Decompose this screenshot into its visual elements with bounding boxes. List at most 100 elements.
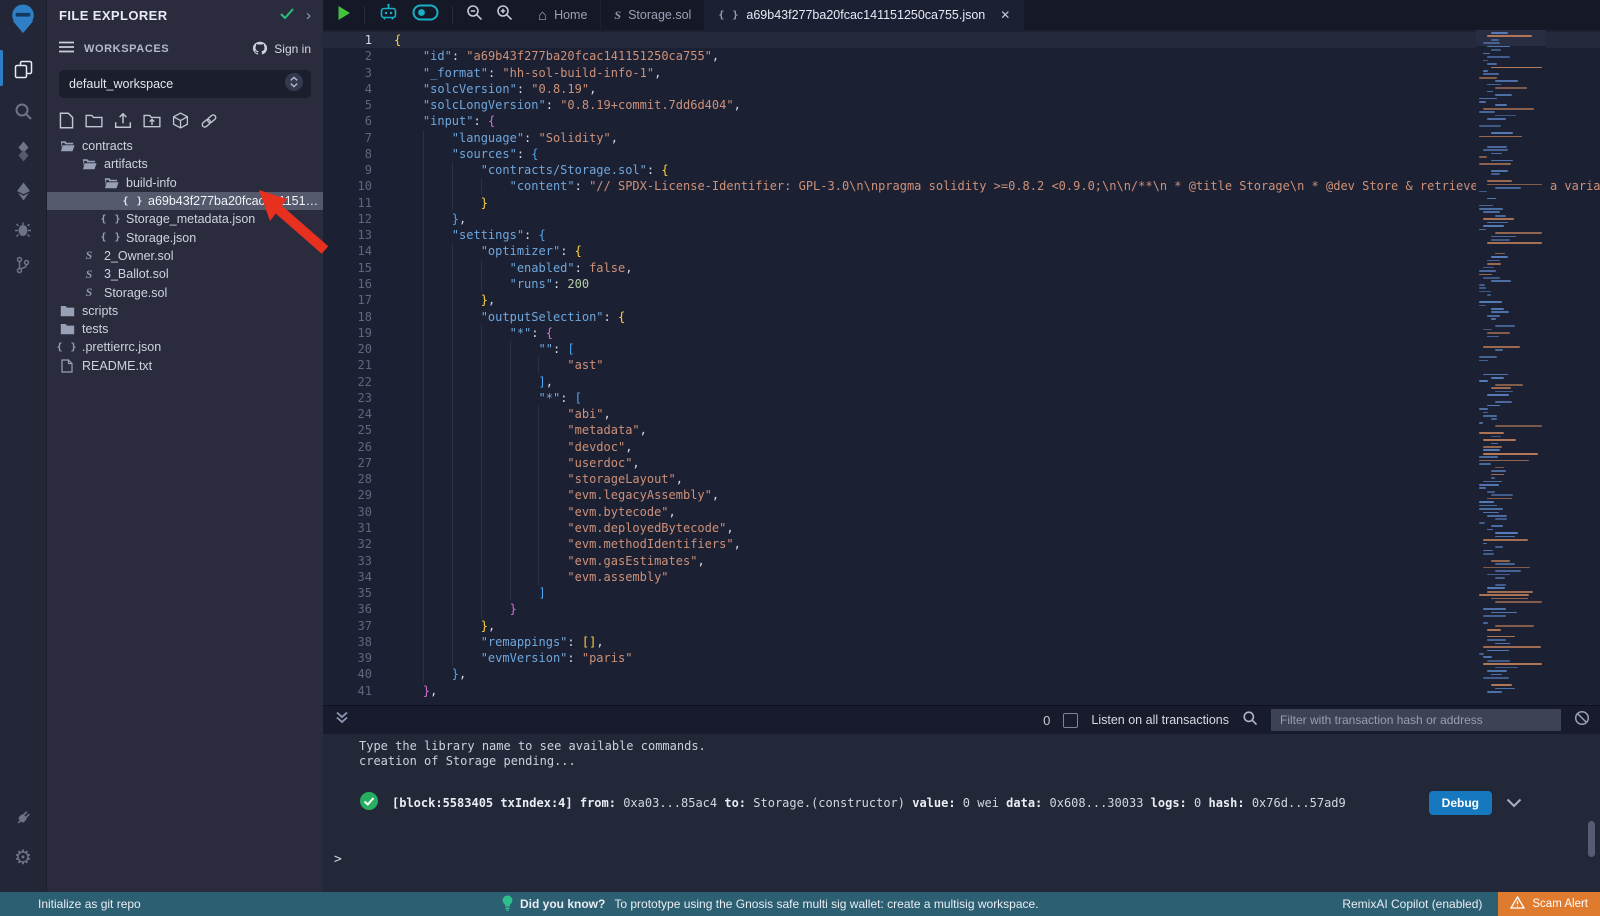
file-tree-item[interactable]: { }a69b43f277ba20fcac141151250ca755.json — [47, 192, 323, 210]
file-tree-item[interactable]: S3_Ballot.sol — [47, 265, 323, 283]
collapse-chevrons-icon[interactable] — [335, 711, 349, 729]
tab-build-info-json[interactable]: { } a69b43f277ba20fcac141151250ca755.jso… — [705, 0, 1024, 30]
file-tree-item[interactable]: { }Storage_metadata.json — [47, 210, 323, 228]
zoom-in-icon[interactable] — [496, 4, 513, 26]
line-number[interactable]: 8 — [323, 146, 386, 162]
line-number[interactable]: 4 — [323, 81, 386, 97]
line-number[interactable]: 18 — [323, 309, 386, 325]
code-line[interactable]: "evm.bytecode", — [386, 504, 1600, 520]
file-tree-item[interactable]: README.txt — [47, 357, 323, 375]
file-tree-item[interactable]: build-info — [47, 174, 323, 192]
code-line[interactable]: "": [ — [386, 341, 1600, 357]
line-number[interactable]: 5 — [323, 97, 386, 113]
tab-home[interactable]: ⌂ Home — [525, 0, 601, 30]
code-line[interactable]: "storageLayout", — [386, 471, 1600, 487]
line-number[interactable]: 41 — [323, 683, 386, 699]
debug-button[interactable]: Debug — [1429, 791, 1492, 815]
code-line[interactable]: }, — [386, 618, 1600, 634]
code-line[interactable]: }, — [386, 292, 1600, 308]
file-tree-item[interactable]: contracts — [47, 137, 323, 155]
close-tab-icon[interactable]: ✕ — [1000, 8, 1010, 22]
code-line[interactable]: "solcVersion": "0.8.19", — [386, 81, 1600, 97]
line-number[interactable]: 38 — [323, 634, 386, 650]
line-number[interactable]: 19 — [323, 325, 386, 341]
debugger-icon[interactable] — [8, 214, 38, 244]
line-number[interactable]: 26 — [323, 439, 386, 455]
line-number[interactable]: 10 — [323, 178, 386, 194]
code-line[interactable]: "evm.assembly" — [386, 569, 1600, 585]
code-line[interactable]: "content": "// SPDX-License-Identifier: … — [386, 178, 1600, 194]
line-number[interactable]: 22 — [323, 374, 386, 390]
line-number[interactable]: 36 — [323, 601, 386, 617]
line-number[interactable]: 12 — [323, 211, 386, 227]
line-number[interactable]: 17 — [323, 292, 386, 308]
code-line[interactable]: "optimizer": { — [386, 243, 1600, 259]
new-file-icon[interactable] — [59, 112, 74, 129]
code-line[interactable]: "solcLongVersion": "0.8.19+commit.7dd6d4… — [386, 97, 1600, 113]
chevron-right-icon[interactable]: › — [306, 8, 311, 23]
minimap[interactable] — [1476, 30, 1546, 705]
line-number-gutter[interactable]: 1234567891011121314151617181920212223242… — [323, 30, 386, 705]
link-icon[interactable] — [200, 113, 218, 129]
line-number[interactable]: 1 — [323, 32, 386, 48]
code-line[interactable]: "id": "a69b43f277ba20fcac141151250ca755"… — [386, 48, 1600, 64]
code-line[interactable]: }, — [386, 683, 1600, 699]
file-explorer-icon[interactable] — [8, 54, 38, 84]
code-line[interactable]: "evm.legacyAssembly", — [386, 487, 1600, 503]
deploy-run-icon[interactable] — [8, 176, 38, 206]
code-line[interactable]: "abi", — [386, 406, 1600, 422]
copilot-toggle[interactable] — [412, 4, 439, 26]
line-number[interactable]: 15 — [323, 260, 386, 276]
code-line[interactable]: "contracts/Storage.sol": { — [386, 162, 1600, 178]
line-number[interactable]: 20 — [323, 341, 386, 357]
line-number[interactable]: 9 — [323, 162, 386, 178]
line-number[interactable]: 23 — [323, 390, 386, 406]
code-line[interactable]: "_format": "hh-sol-build-info-1", — [386, 65, 1600, 81]
code-line[interactable]: "enabled": false, — [386, 260, 1600, 276]
code-editor[interactable]: 1234567891011121314151617181920212223242… — [323, 30, 1600, 705]
code-line[interactable]: "remappings": [], — [386, 634, 1600, 650]
code-line[interactable]: "evm.gasEstimates", — [386, 553, 1600, 569]
line-number[interactable]: 37 — [323, 618, 386, 634]
settings-gear-icon[interactable]: ⚙ — [8, 843, 38, 873]
file-tree-item[interactable]: SStorage.sol — [47, 283, 323, 301]
line-number[interactable]: 11 — [323, 195, 386, 211]
line-number[interactable]: 33 — [323, 553, 386, 569]
circle-slash-icon[interactable] — [1574, 710, 1590, 731]
stepper-icon[interactable] — [285, 73, 303, 96]
line-number[interactable]: 25 — [323, 422, 386, 438]
line-number[interactable]: 30 — [323, 504, 386, 520]
code-line[interactable]: } — [386, 195, 1600, 211]
line-number[interactable]: 27 — [323, 455, 386, 471]
remix-logo-icon[interactable] — [8, 4, 38, 34]
solidity-compiler-icon[interactable] — [8, 136, 38, 166]
line-number[interactable]: 34 — [323, 569, 386, 585]
terminal-body[interactable]: Type the library name to see available c… — [323, 734, 1600, 893]
line-number[interactable]: 40 — [323, 666, 386, 682]
listen-checkbox[interactable] — [1063, 713, 1078, 728]
file-tree-item[interactable]: { }Storage.json — [47, 228, 323, 246]
line-number[interactable]: 3 — [323, 65, 386, 81]
code-line[interactable]: "outputSelection": { — [386, 309, 1600, 325]
sign-in-button[interactable]: Sign in — [252, 41, 311, 58]
line-number[interactable]: 7 — [323, 130, 386, 146]
line-number[interactable]: 32 — [323, 536, 386, 552]
filter-input[interactable] — [1271, 709, 1561, 731]
line-number[interactable]: 13 — [323, 227, 386, 243]
line-number[interactable]: 16 — [323, 276, 386, 292]
line-number[interactable]: 21 — [323, 357, 386, 373]
line-number[interactable]: 29 — [323, 487, 386, 503]
code-line[interactable]: "sources": { — [386, 146, 1600, 162]
search-icon[interactable] — [8, 96, 38, 126]
line-number[interactable]: 24 — [323, 406, 386, 422]
code-line[interactable]: "input": { — [386, 113, 1600, 129]
code-line[interactable]: }, — [386, 666, 1600, 682]
code-line[interactable]: "ast" — [386, 357, 1600, 373]
upload-file-icon[interactable] — [114, 112, 132, 129]
file-tree-item[interactable]: S2_Owner.sol — [47, 247, 323, 265]
plugin-manager-icon[interactable] — [8, 802, 38, 832]
run-script-button[interactable] — [337, 5, 351, 26]
code-line[interactable]: "settings": { — [386, 227, 1600, 243]
code-line[interactable]: }, — [386, 211, 1600, 227]
code-line[interactable]: } — [386, 601, 1600, 617]
